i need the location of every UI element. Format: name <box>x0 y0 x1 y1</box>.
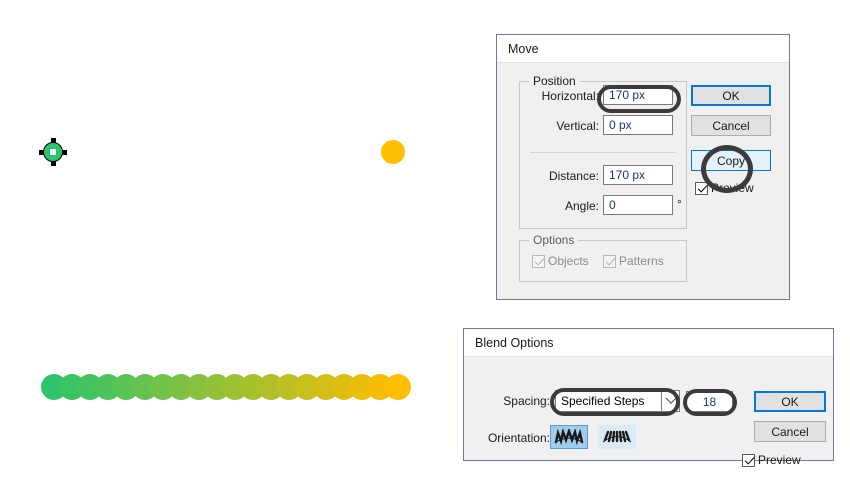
patterns-checkbox: Patterns <box>603 254 664 268</box>
bounding-box-handle-left[interactable] <box>39 150 44 155</box>
horizontal-input[interactable]: 170 px <box>603 85 673 105</box>
angle-label: Angle: <box>509 199 599 213</box>
bounding-box-handle-bottom[interactable] <box>51 161 56 166</box>
move-ok-button[interactable]: OK <box>691 85 771 106</box>
spacing-select-value: Specified Steps <box>555 390 661 412</box>
move-preview-label: Preview <box>711 181 754 195</box>
checkbox-box-icon <box>532 255 545 268</box>
position-group-label: Position <box>529 74 580 88</box>
move-dialog-title: Move <box>508 42 539 56</box>
align-to-path-glyph <box>602 429 632 445</box>
patterns-checkbox-label: Patterns <box>619 254 664 268</box>
bounding-box-handle-right[interactable] <box>62 150 67 155</box>
vertical-label: Vertical: <box>509 119 599 133</box>
orange-circle-shape[interactable] <box>381 140 405 164</box>
blend-step-circle[interactable] <box>385 374 411 400</box>
objects-checkbox: Objects <box>532 254 589 268</box>
checkbox-box-icon <box>742 454 755 467</box>
angle-input[interactable]: 0 <box>603 195 673 215</box>
orientation-label: Orientation: <box>472 431 550 445</box>
blend-dialog-title: Blend Options <box>475 336 554 350</box>
checkbox-box-icon <box>603 255 616 268</box>
blend-options-dialog[interactable]: Blend Options Spacing: Specified Steps 1… <box>463 328 834 461</box>
blend-dialog-body: Spacing: Specified Steps 18 Orientation: <box>464 357 833 461</box>
move-dialog[interactable]: Move Position Horizontal: 170 px Vertica… <box>496 34 790 300</box>
source-circle-selection[interactable] <box>39 138 67 166</box>
steps-input[interactable]: 18 <box>686 391 733 412</box>
horizontal-label: Horizontal: <box>509 89 599 103</box>
orientation-align-to-path-icon[interactable] <box>598 425 636 449</box>
move-copy-button[interactable]: Copy <box>691 150 771 171</box>
orientation-align-to-page-icon[interactable] <box>550 425 588 449</box>
illustrator-canvas[interactable] <box>0 0 470 500</box>
spacing-label: Spacing: <box>484 394 550 408</box>
checkbox-box-icon <box>695 182 708 195</box>
angle-degree-symbol: ° <box>677 197 689 211</box>
options-group-label: Options <box>529 233 578 247</box>
blend-ok-button[interactable]: OK <box>754 391 826 412</box>
blend-cancel-button[interactable]: Cancel <box>754 421 826 442</box>
blend-preview-checkbox[interactable]: Preview <box>742 453 801 467</box>
move-preview-checkbox[interactable]: Preview <box>695 181 754 195</box>
center-anchor-point <box>50 149 56 155</box>
distance-label: Distance: <box>509 169 599 183</box>
blend-preview-label: Preview <box>758 453 801 467</box>
align-to-page-glyph <box>554 429 584 445</box>
blend-object-row[interactable] <box>41 374 411 402</box>
move-dialog-titlebar: Move <box>497 35 789 63</box>
vertical-input[interactable]: 0 px <box>603 115 673 135</box>
blend-dialog-titlebar: Blend Options <box>464 329 833 357</box>
spacing-select[interactable]: Specified Steps <box>555 390 680 412</box>
move-cancel-button[interactable]: Cancel <box>691 115 771 136</box>
distance-input[interactable]: 170 px <box>603 165 673 185</box>
chevron-down-icon[interactable] <box>661 390 680 412</box>
bounding-box-handle-top[interactable] <box>51 138 56 143</box>
position-divider <box>530 152 676 153</box>
move-dialog-body: Position Horizontal: 170 px Vertical: 0 … <box>497 63 789 300</box>
objects-checkbox-label: Objects <box>548 254 589 268</box>
